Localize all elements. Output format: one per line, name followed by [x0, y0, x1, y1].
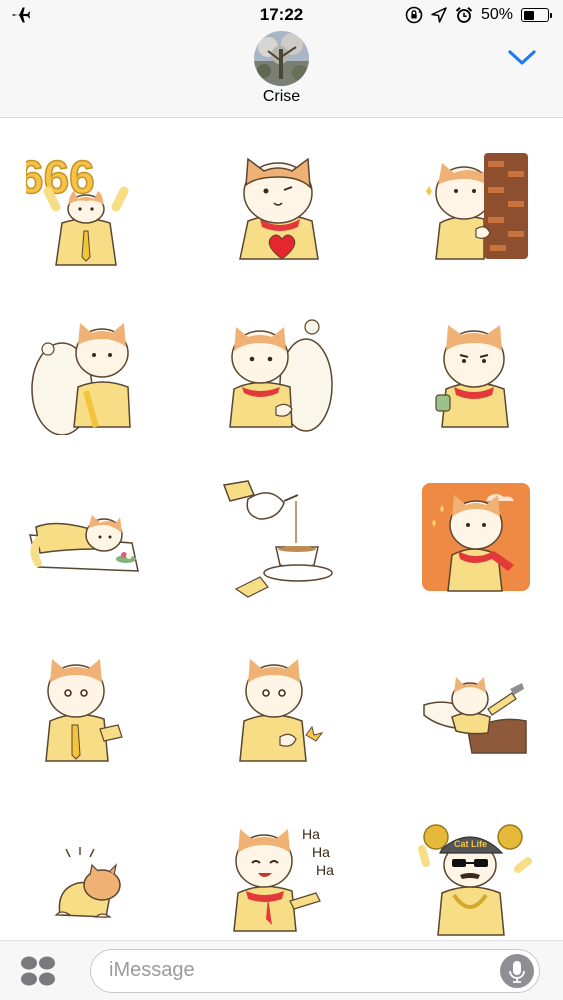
alarm-icon	[455, 7, 473, 23]
sticker-orange-pose[interactable]	[418, 479, 538, 599]
sticker-bear-behind[interactable]	[220, 315, 340, 435]
battery-percentage: 50%	[480, 6, 513, 23]
message-input[interactable]	[109, 950, 489, 991]
sticker-drink-tea[interactable]	[418, 315, 538, 435]
sticker-grid: 666 Ha Ha Ha Cat Life	[0, 119, 563, 940]
contact-avatar[interactable]	[254, 31, 309, 86]
battery-icon	[521, 8, 552, 22]
imessage-sticker-screen: 17:22 50% Crise 666 Ha Ha Ha Cat Life iM…	[0, 0, 563, 1000]
message-input-container	[90, 949, 540, 993]
haha-text-1: Ha	[302, 826, 320, 842]
sticker-lounge[interactable]	[418, 649, 538, 769]
status-icons: 50%	[405, 5, 552, 25]
composer-bar	[0, 940, 563, 1000]
app-drawer-icon[interactable]	[20, 955, 56, 987]
sticker-pour-tea[interactable]	[220, 479, 340, 599]
microphone-button[interactable]	[500, 954, 534, 988]
sticker-gangster[interactable]: Cat Life	[418, 819, 538, 939]
status-bar: 17:22 50%	[0, 0, 563, 30]
sticker-wink-heart[interactable]	[220, 147, 340, 267]
sticker-lying-down[interactable]	[26, 479, 146, 599]
microphone-icon	[509, 961, 525, 983]
battery-fill	[523, 10, 534, 20]
sticker-crouch[interactable]	[26, 819, 146, 939]
sticker-haha-point[interactable]: Ha Ha Ha	[220, 819, 340, 939]
sticker-666-cheer[interactable]: 666	[26, 147, 146, 267]
sticker-reach-hand[interactable]	[26, 649, 146, 769]
battery-nub	[549, 12, 552, 18]
orientation-lock-icon	[405, 6, 423, 24]
sticker-peek-wall[interactable]	[418, 147, 538, 267]
cap-text: Cat Life	[454, 839, 487, 849]
sticker-hug-bear[interactable]	[26, 315, 146, 435]
contact-name[interactable]: Crise	[0, 88, 563, 106]
haha-text-2: Ha	[312, 844, 330, 860]
haha-text-3: Ha	[316, 862, 334, 878]
chevron-down-icon[interactable]	[506, 46, 538, 68]
location-icon	[431, 7, 447, 23]
sticker-clap[interactable]	[220, 649, 340, 769]
conversation-header: Crise	[0, 30, 563, 118]
